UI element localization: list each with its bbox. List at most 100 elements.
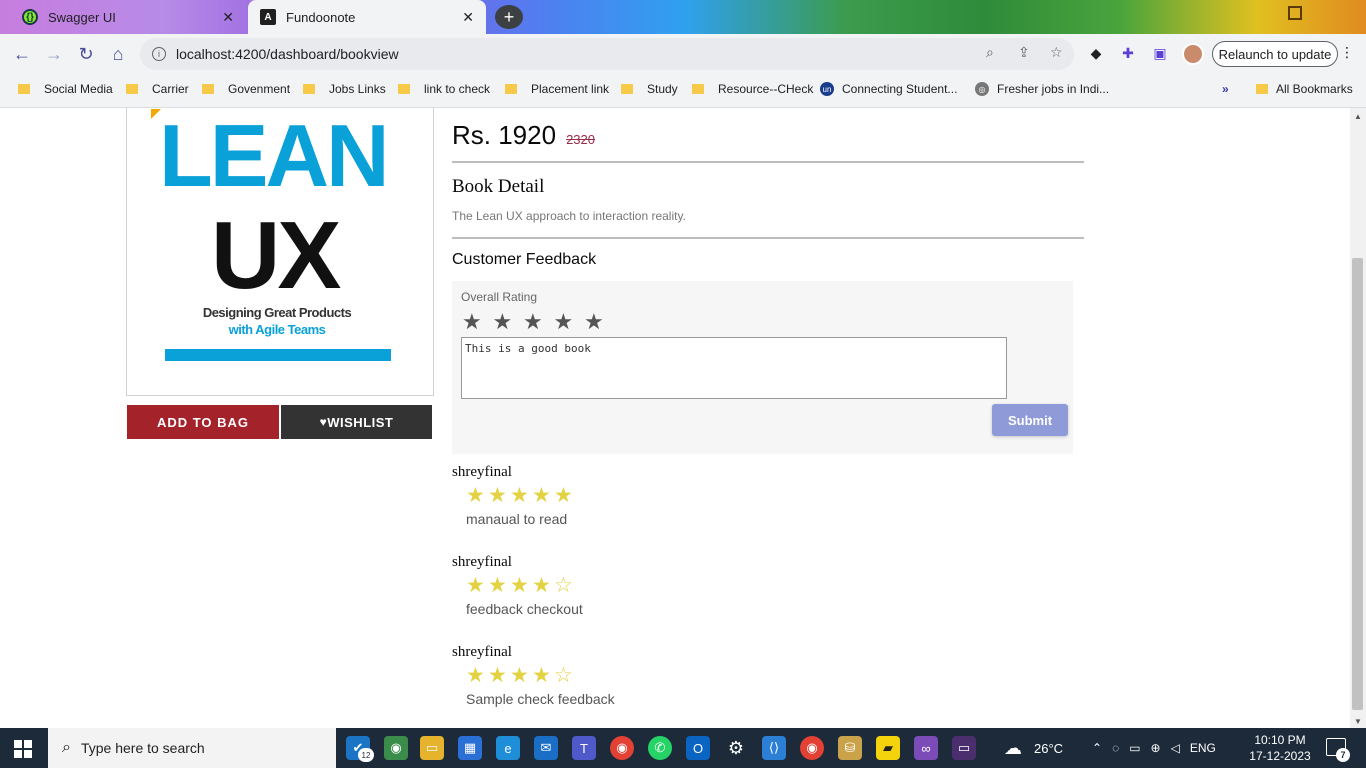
language-indicator[interactable]: ENG [1190,741,1216,755]
angular-icon: A [260,9,276,25]
site-info-icon[interactable]: i [152,47,166,61]
review-stars: ★ ★ ★ ★ ★ [466,483,576,508]
all-bookmarks-button[interactable]: All Bookmarks [1256,82,1353,96]
extension-dino-icon[interactable]: ◆ [1086,43,1106,63]
bookmark-carrier[interactable]: Carrier [126,82,189,96]
tab-title: Swagger UI [48,9,116,25]
bookmark-resource-check[interactable]: Resource--CHeck [692,82,813,96]
price-block: Rs. 1920 2320 [452,120,595,151]
battery-icon[interactable]: ▭ [1129,741,1140,755]
system-clock[interactable]: 10:10 PM 17-12-2023 [1242,732,1318,764]
tab-close-icon[interactable]: ✕ [222,9,234,26]
rating-star-1[interactable]: ★ [462,309,493,335]
db-tool-icon[interactable]: ⛁ [838,736,862,760]
bookmark-label: Social Media [44,82,113,96]
wishlist-button[interactable]: ♥ WISHLIST [281,405,432,439]
ms-store-icon[interactable]: ▦ [458,736,482,760]
review-item: shreyfinal ★ ★ ★ ★ ☆ Sample check feedba… [452,644,615,707]
visual-studio-icon[interactable]: ∞ [914,736,938,760]
bookmark-study[interactable]: Study [621,82,678,96]
mail-icon[interactable]: ✉ [534,736,558,760]
back-arrow-icon[interactable]: ← [10,42,34,66]
tab-fundoonote[interactable]: A Fundoonote ✕ [248,0,486,34]
rating-star-3[interactable]: ★ [523,309,554,335]
bookmark-label: Fresher jobs in Indi... [997,82,1110,96]
vscode-icon[interactable]: ⟨⟩ [762,736,786,760]
bookmark-placement-link[interactable]: Placement link [505,82,609,96]
chevron-up-icon[interactable]: ⌃ [1092,741,1102,755]
page-scrollbar[interactable]: ▲ ▼ [1350,108,1366,728]
clock-date: 17-12-2023 [1249,749,1311,763]
bookmark-govenment[interactable]: Govenment [202,82,290,96]
tab-strip: {} Swagger UI ✕ A Fundoonote ✕ + [0,0,1366,34]
volume-icon[interactable]: ◁ [1171,741,1180,755]
window-restore-icon[interactable] [1288,6,1302,20]
bookmark-jobs-links[interactable]: Jobs Links [303,82,386,96]
rating-star-2[interactable]: ★ [493,309,524,335]
menu-kebab-icon[interactable]: ⋮ [1340,44,1354,61]
extensions-puzzle-icon[interactable]: ✚ [1118,43,1138,63]
star-icon: ★ [488,664,507,687]
outlook-icon[interactable]: O [686,736,710,760]
star-icon: ★ [488,574,507,597]
rating-star-4[interactable]: ★ [554,309,585,335]
review-stars: ★ ★ ★ ★ ☆ [466,573,583,598]
bookmark-connecting-student[interactable]: un Connecting Student... [820,82,957,96]
taskbar-search[interactable]: ⌕ Type here to search [48,728,336,768]
un-icon: un [820,82,834,96]
weather-widget[interactable]: ☁ 26°C [1004,728,1063,768]
reload-icon[interactable]: ↻ [74,42,98,66]
scroll-thumb[interactable] [1352,258,1363,710]
swagger-icon: {} [22,9,38,25]
book-cover-image: LEAN UX Designing Great Products with Ag… [151,108,403,385]
bookmark-link-to-check[interactable]: link to check [398,82,490,96]
system-tray: ⌃ ◌ ▭ ⊕ ◁ ENG [1092,728,1216,768]
android-studio-icon[interactable]: ◉ [384,736,408,760]
url-text: localhost:4200/dashboard/bookview [176,46,399,62]
zoom-icon[interactable]: ⌕ [986,44,994,61]
review-stars: ★ ★ ★ ★ ☆ [466,663,615,688]
submit-button[interactable]: Submit [992,404,1068,436]
whatsapp-icon[interactable]: ✆ [648,736,672,760]
meet-icon[interactable]: ◌ [1112,741,1119,755]
cover-bar [165,349,391,361]
sticky-notes-icon[interactable]: ▰ [876,736,900,760]
bookmark-fresher-jobs[interactable]: ◎ Fresher jobs in Indi... [975,82,1109,96]
browser-chrome: {} Swagger UI ✕ A Fundoonote ✕ + ← → ↻ ⌂… [0,0,1366,108]
settings-gear-icon[interactable]: ⚙ [724,736,748,760]
tab-swagger[interactable]: {} Swagger UI ✕ [10,0,246,34]
scroll-down-icon[interactable]: ▼ [1354,717,1362,726]
share-icon[interactable]: ⇪ [1018,44,1030,61]
wishlist-label: WISHLIST [327,414,394,430]
weather-temp: 26°C [1034,740,1064,756]
address-bar[interactable]: i localhost:4200/dashboard/bookview [140,38,1074,70]
price-current: Rs. 1920 [452,120,557,150]
new-tab-button[interactable]: + [495,5,523,29]
profile-avatar[interactable] [1182,43,1204,65]
network-icon[interactable]: ⊕ [1151,741,1161,755]
home-icon[interactable]: ⌂ [106,42,130,66]
bookmark-label: Placement link [531,82,610,96]
forward-arrow-icon[interactable]: → [42,42,66,66]
add-to-bag-button[interactable]: ADD TO BAG [127,405,279,439]
side-panel-icon[interactable]: ▣ [1150,43,1170,63]
relaunch-button[interactable]: Relaunch to update [1212,41,1338,67]
edge-icon[interactable]: e [496,736,520,760]
bookmark-label: Study [647,82,678,96]
cover-title-line1: LEAN [159,108,390,205]
chrome-profile-icon[interactable]: ◉ [800,736,824,760]
chrome-icon[interactable]: ◉ [610,736,634,760]
divider [452,161,1084,163]
rating-star-5[interactable]: ★ [584,309,615,335]
windows-start-icon[interactable] [14,740,32,758]
scroll-up-icon[interactable]: ▲ [1354,112,1362,121]
bookmark-star-icon[interactable]: ☆ [1050,44,1063,61]
teams-icon[interactable]: T [572,736,596,760]
bookmark-social-media[interactable]: Social Media [18,82,113,96]
terminal-icon[interactable]: ▭ [952,736,976,760]
task-badge: 12 [358,748,374,762]
tab-close-icon[interactable]: ✕ [462,9,474,26]
file-explorer-icon[interactable]: ▭ [420,736,444,760]
feedback-textarea[interactable]: This is a good book [461,337,1007,399]
bookmarks-overflow-button[interactable]: » [1222,82,1229,96]
